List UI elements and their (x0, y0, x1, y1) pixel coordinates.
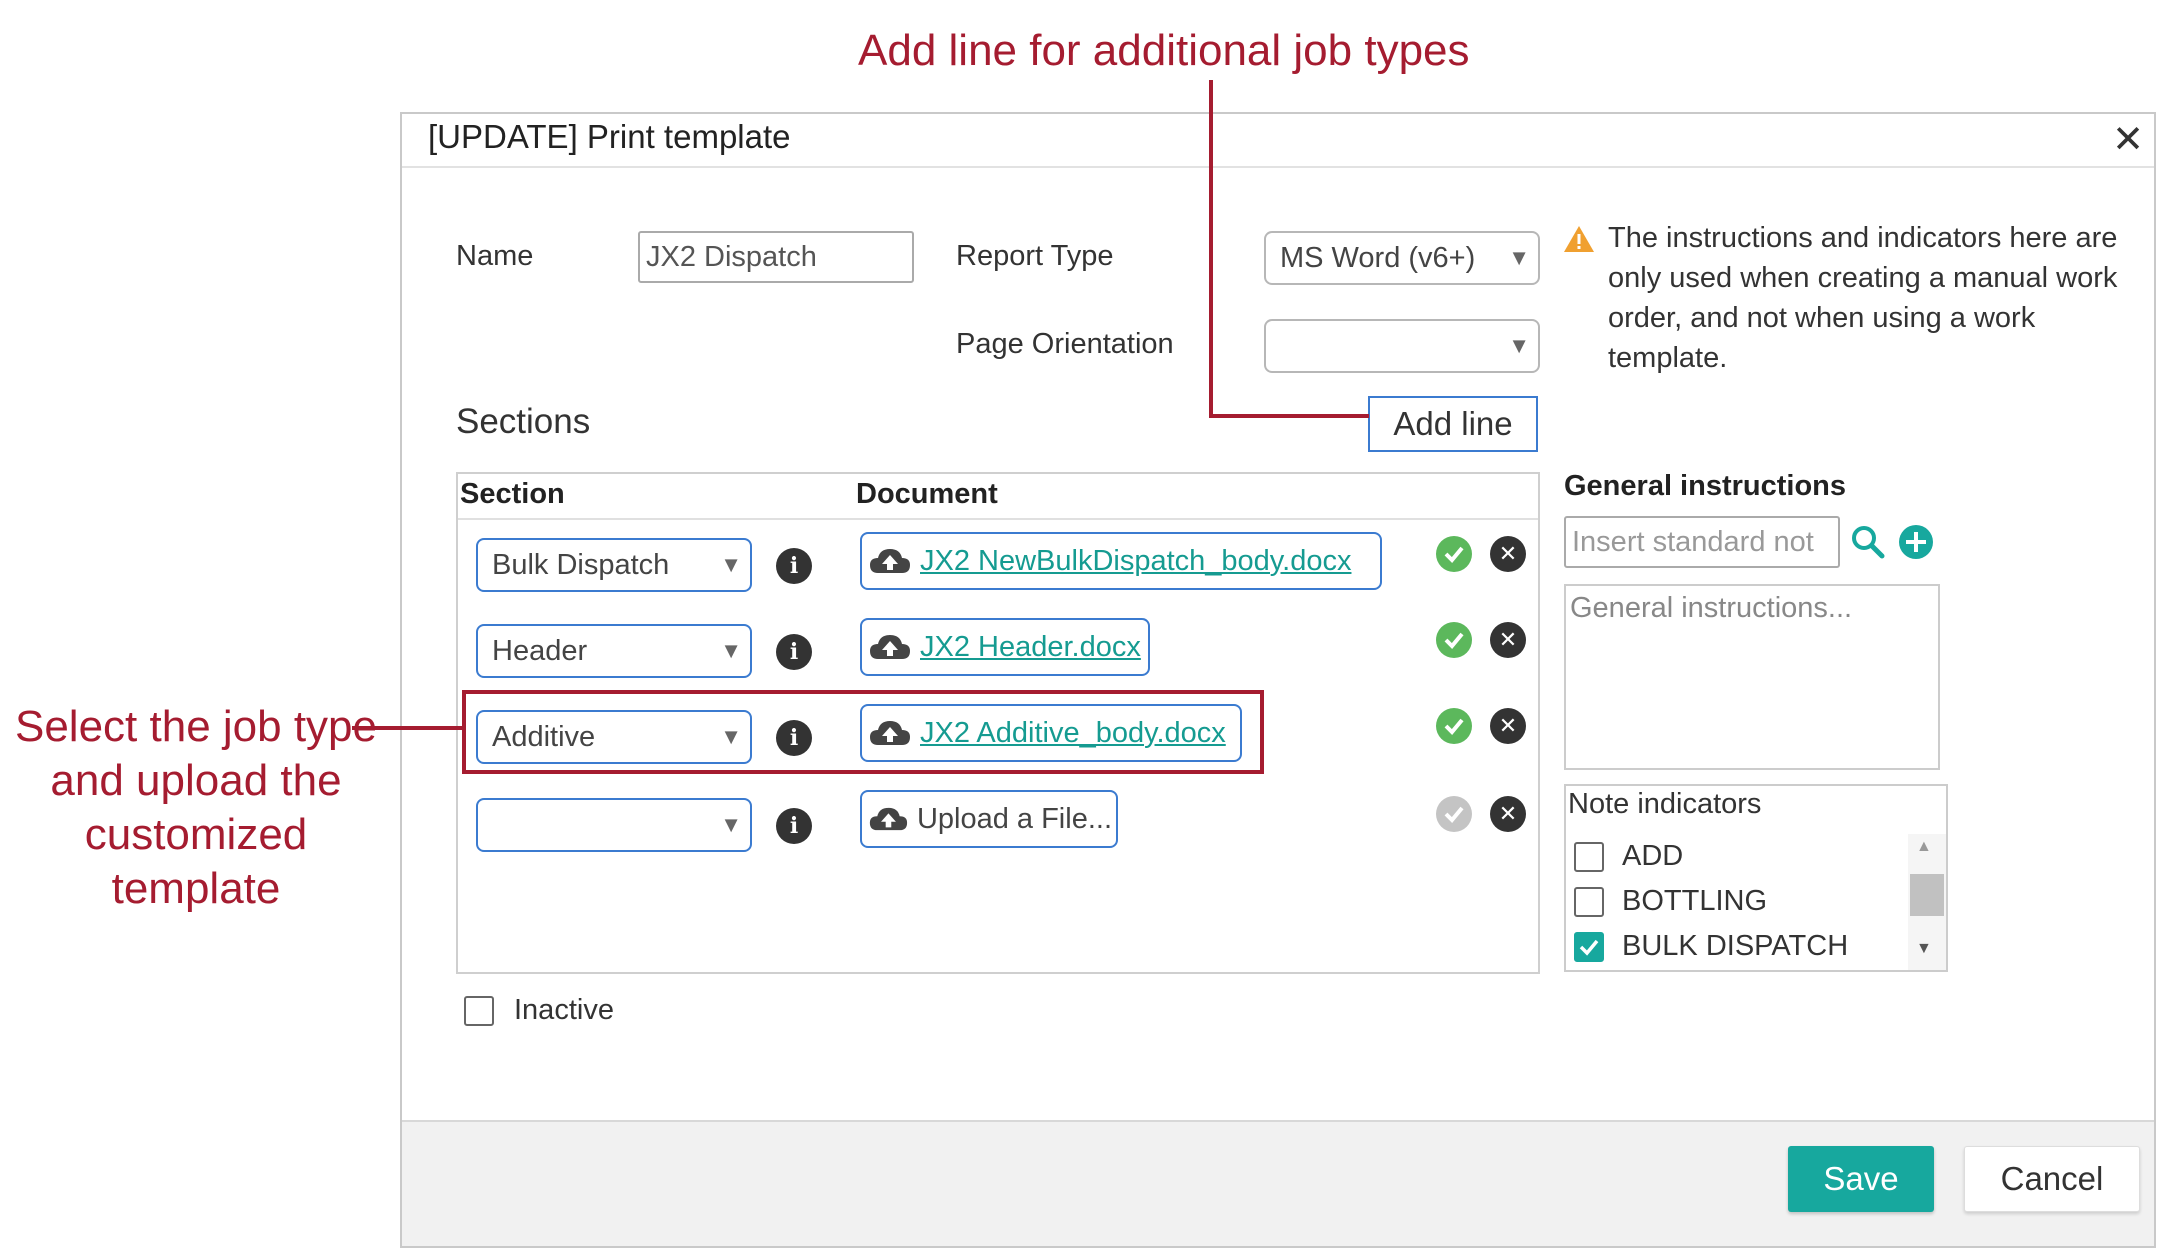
annotation-select-job-type: Select the job type and upload the custo… (14, 702, 377, 913)
section-select[interactable]: Bulk Dispatch ▼ (476, 538, 752, 592)
print-template-dialog: [UPDATE] Print template ✕ Name JX2 Dispa… (400, 112, 2156, 1248)
remove-row-icon[interactable]: ✕ (1490, 708, 1526, 744)
check-icon (1436, 622, 1472, 658)
check-icon (1436, 536, 1472, 572)
warning-icon (1562, 224, 1596, 254)
chevron-down-icon: ▼ (720, 638, 742, 663)
inactive-checkbox[interactable] (464, 996, 494, 1026)
info-icon[interactable]: i (776, 548, 812, 584)
general-instructions-title: General instructions (1564, 470, 1847, 502)
sections-title: Sections (456, 402, 591, 441)
section-select[interactable]: Header ▼ (476, 624, 752, 678)
cancel-button[interactable]: Cancel (1964, 1146, 2140, 1212)
check-icon (1436, 796, 1472, 832)
remove-row-icon[interactable]: ✕ (1490, 796, 1526, 832)
chevron-down-icon: ▼ (720, 812, 742, 837)
inactive-label: Inactive (514, 994, 614, 1026)
info-icon[interactable]: i (776, 808, 812, 844)
info-icon[interactable]: i (776, 634, 812, 670)
search-icon[interactable] (1850, 524, 1886, 560)
section-select[interactable]: ▼ (476, 798, 752, 852)
remove-row-icon[interactable]: ✕ (1490, 622, 1526, 658)
page-orientation-select[interactable]: ▼ (1264, 319, 1540, 373)
upload-cloud-icon (870, 635, 910, 659)
dialog-title: [UPDATE] Print template (428, 118, 791, 155)
upload-cloud-icon (869, 807, 908, 831)
document-chip[interactable]: JX2 Header.docx (860, 618, 1150, 676)
note-indicators-title: Note indicators (1568, 788, 1762, 820)
table-header-divider (458, 518, 1538, 520)
checkmark-icon (1579, 939, 1599, 956)
general-instructions-textarea[interactable]: General instructions... (1564, 584, 1940, 770)
annotation-connector-top-horizontal (1209, 414, 1369, 418)
section-select-value: Header (492, 634, 588, 667)
check-icon (1436, 708, 1472, 744)
document-chip[interactable]: JX2 NewBulkDispatch_body.docx (860, 532, 1382, 590)
standard-note-input[interactable]: Insert standard not (1564, 516, 1840, 568)
chevron-down-icon: ▼ (1508, 245, 1530, 270)
scroll-up-icon[interactable]: ▲ (1916, 838, 1932, 856)
chevron-down-icon: ▼ (1508, 333, 1530, 358)
note-indicator-checkbox-add[interactable] (1574, 842, 1604, 872)
document-link[interactable]: JX2 NewBulkDispatch_body.docx (920, 545, 1351, 578)
column-header-section: Section (460, 478, 565, 510)
note-indicator-label: ADD (1622, 840, 1684, 872)
note-indicator-label: BOTTLING (1622, 885, 1768, 917)
page-orientation-label: Page Orientation (956, 328, 1174, 360)
save-button[interactable]: Save (1788, 1146, 1934, 1212)
document-link[interactable]: JX2 Header.docx (920, 631, 1141, 664)
annotation-add-line: Add line for additional job types (858, 26, 1470, 75)
note-indicator-checkbox-bulk-dispatch[interactable] (1574, 932, 1604, 962)
highlight-box (462, 690, 1264, 774)
report-type-value: MS Word (v6+) (1280, 241, 1476, 274)
name-label: Name (456, 240, 534, 272)
column-header-document: Document (856, 478, 998, 510)
note-indicator-checkbox-bottling[interactable] (1574, 887, 1604, 917)
add-note-icon[interactable] (1898, 524, 1934, 560)
report-type-label: Report Type (956, 240, 1114, 272)
dialog-footer: Save Cancel (402, 1120, 2154, 1246)
chevron-down-icon: ▼ (720, 552, 742, 577)
remove-row-icon[interactable]: ✕ (1490, 536, 1526, 572)
report-type-select[interactable]: MS Word (v6+) ▼ (1264, 231, 1540, 285)
scrollbar[interactable]: ▲ ▼ (1908, 834, 1946, 970)
upload-file-label: Upload a File... (916, 802, 1112, 835)
upload-cloud-icon (870, 549, 910, 573)
dialog-header: [UPDATE] Print template ✕ (402, 114, 2154, 168)
add-line-button[interactable]: Add line (1368, 396, 1538, 452)
close-icon[interactable]: ✕ (2112, 120, 2144, 160)
note-indicator-label: BULK DISPATCH (1622, 930, 1849, 962)
annotation-connector-top-vertical (1209, 80, 1213, 416)
upload-file-button[interactable]: Upload a File... (860, 790, 1118, 848)
note-indicators-box: Note indicators ADD BOTTLING BULK DISPAT… (1564, 784, 1948, 972)
name-field[interactable]: JX2 Dispatch (638, 231, 914, 283)
warning-text: The instructions and indicators here are… (1608, 222, 2118, 374)
annotation-connector-left (352, 726, 464, 730)
section-select-value: Bulk Dispatch (492, 548, 670, 581)
scroll-down-icon[interactable]: ▼ (1916, 940, 1932, 958)
scrollbar-thumb[interactable] (1910, 874, 1944, 916)
